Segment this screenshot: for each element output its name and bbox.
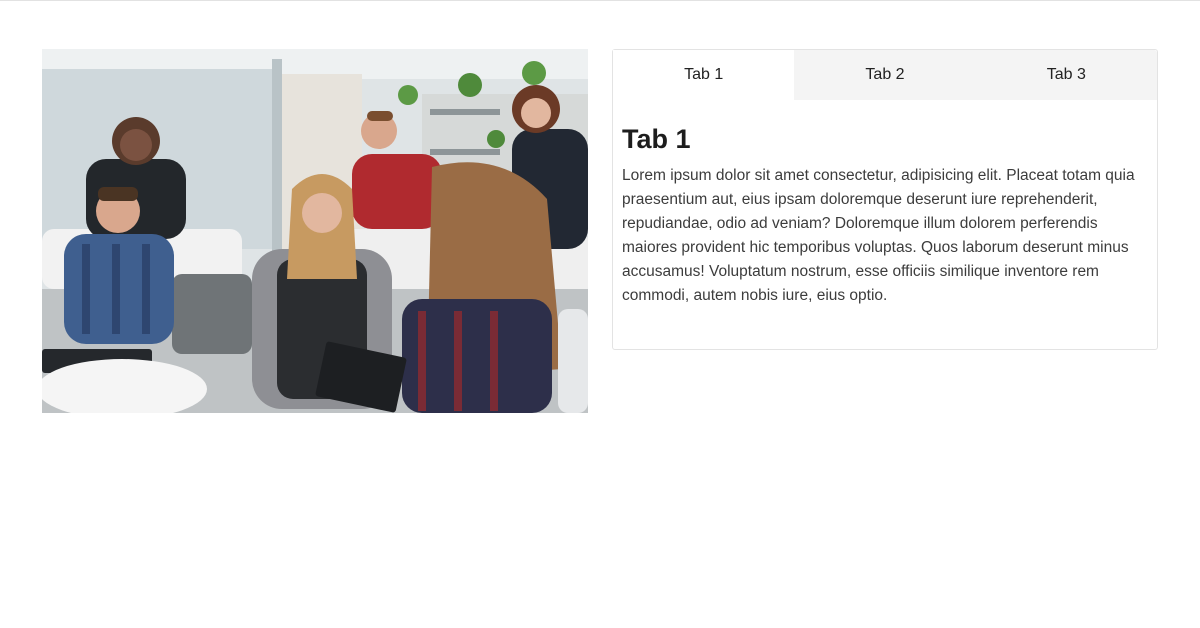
top-divider bbox=[0, 0, 1200, 1]
tab-content-body: Lorem ipsum dolor sit amet consectetur, … bbox=[622, 167, 1135, 304]
tab-bar: Tab 1 Tab 2 Tab 3 bbox=[613, 50, 1157, 100]
tab-content: Tab 1 Lorem ipsum dolor sit amet consect… bbox=[613, 100, 1157, 308]
tab-content-title: Tab 1 bbox=[622, 124, 691, 154]
tabs-panel: Tab 1 Tab 2 Tab 3 Tab 1 Lorem ipsum dolo… bbox=[612, 49, 1158, 350]
tab-1[interactable]: Tab 1 bbox=[613, 50, 795, 100]
tab-3[interactable]: Tab 3 bbox=[976, 50, 1157, 100]
team-meeting-photo bbox=[42, 49, 588, 413]
tab-2[interactable]: Tab 2 bbox=[794, 50, 975, 100]
